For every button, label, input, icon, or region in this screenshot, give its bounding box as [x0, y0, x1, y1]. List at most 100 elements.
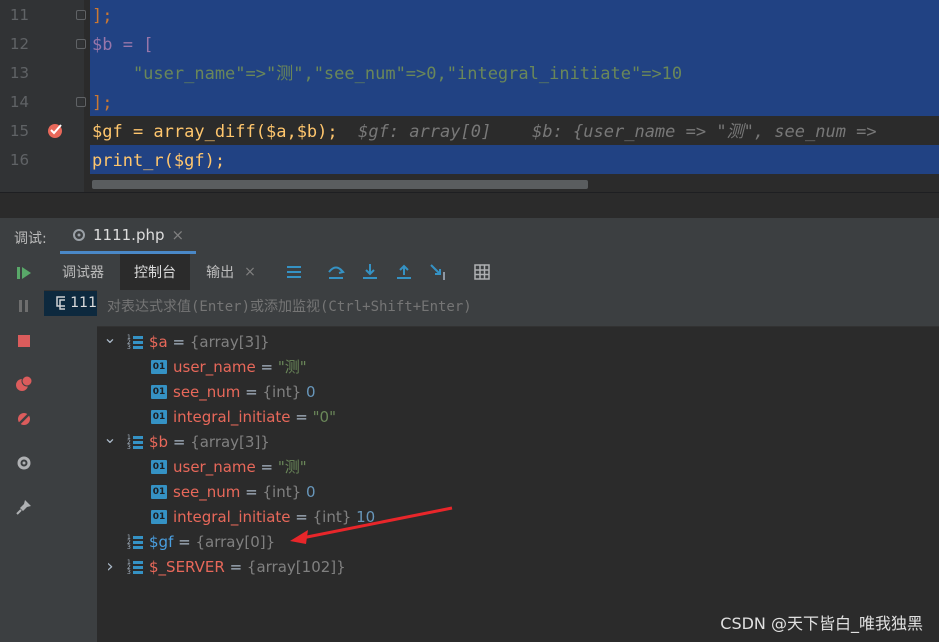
settings-gear-icon[interactable]: [14, 453, 34, 473]
line-number: 12: [10, 35, 30, 53]
equals-sign: =: [240, 482, 263, 501]
variable-name: integral_initiate: [173, 407, 291, 426]
variable-name: $a: [149, 332, 168, 351]
inline-value-hint: $gf: array[0] $b: {user_name => "测", see…: [358, 122, 877, 142]
variable-row[interactable]: 1 2 3 $gf = {array[0]}: [101, 529, 275, 554]
equals-sign: =: [224, 557, 247, 576]
code-area[interactable]: ]; $b = [ "user_name"=>"测","see_num"=>0,…: [84, 0, 939, 192]
step-out-icon[interactable]: [394, 262, 414, 282]
chevron-down-icon[interactable]: ⌄: [101, 428, 119, 447]
resume-icon[interactable]: [14, 263, 34, 283]
debug-tab-label: 1111.php: [93, 225, 165, 244]
frames-panel: 111: [44, 290, 98, 642]
equals-sign: =: [167, 332, 190, 351]
variable-type: {int}: [262, 482, 306, 501]
debug-tool-tabs: 调试器 控制台 输出 ×: [44, 254, 939, 291]
run-to-cursor-icon[interactable]: [428, 262, 448, 282]
variable-name: user_name: [173, 357, 256, 376]
chevron-right-icon[interactable]: ›: [101, 556, 119, 577]
variable-name: see_num: [173, 382, 241, 401]
equals-sign: =: [255, 357, 278, 376]
primitive-icon: 01: [151, 459, 167, 474]
pause-icon[interactable]: [14, 296, 34, 316]
step-into-icon[interactable]: [360, 262, 380, 282]
line-number: 16: [10, 151, 30, 169]
php-gear-icon: [73, 228, 85, 241]
variable-row[interactable]: 01 see_num = {int} 0: [151, 379, 315, 404]
code-line: $gf = array_diff($a,$b); $gf: array[0] $…: [92, 122, 877, 142]
tab-console[interactable]: 控制台: [120, 254, 190, 290]
equals-sign: =: [173, 532, 196, 551]
variable-value: 0: [305, 482, 316, 501]
primitive-icon: 01: [151, 384, 167, 399]
code-line: print_r($gf);: [92, 151, 226, 171]
evaluate-expression-bar: [97, 290, 939, 327]
variable-name: $_SERVER: [149, 557, 225, 576]
view-breakpoints-icon[interactable]: [14, 374, 34, 394]
frame-label: 111: [70, 295, 97, 311]
evaluate-expression-input[interactable]: [105, 298, 929, 316]
debug-left-toolbar: [0, 254, 45, 642]
chevron-down-icon[interactable]: ⌄: [101, 328, 119, 347]
variable-name: integral_initiate: [173, 507, 291, 526]
line-number: 15: [10, 122, 30, 140]
line-number: 14: [10, 93, 30, 111]
close-icon[interactable]: ×: [244, 264, 256, 280]
equals-sign: =: [240, 382, 263, 401]
tab-debugger[interactable]: 调试器: [48, 254, 118, 290]
variable-value: {array[3]}: [190, 432, 270, 451]
step-over-icon[interactable]: [326, 262, 346, 282]
evaluate-table-icon[interactable]: [472, 262, 492, 282]
tab-output[interactable]: 输出 ×: [196, 254, 266, 290]
variable-value: "测": [277, 458, 307, 476]
horizontal-scrollbar[interactable]: [92, 180, 588, 189]
debug-header: 调试: 1111.php ×: [0, 218, 939, 255]
variable-row[interactable]: ⌄ 1 2 3 $a = {array[3]}: [101, 328, 270, 354]
variable-name: $gf: [149, 532, 174, 551]
editor-gutter: 11 12 13 14 15 16: [0, 0, 86, 192]
pin-icon[interactable]: [14, 497, 34, 517]
variables-tree[interactable]: ⌄ 1 2 3 $a = {array[3]} 01 user_name = "测" 01 se…: [97, 327, 939, 642]
variable-type: {int}: [262, 382, 306, 401]
mute-breakpoints-icon[interactable]: [14, 409, 34, 429]
stop-icon[interactable]: [14, 331, 34, 351]
array-icon: 123: [127, 334, 143, 350]
variable-value: "测": [277, 358, 307, 376]
code-line: $b = [: [92, 35, 154, 55]
line-number: 11: [10, 6, 30, 24]
array-icon: 123: [127, 434, 143, 450]
variable-row[interactable]: 01 integral_initiate = "0": [151, 404, 336, 429]
menu-lines-icon[interactable]: [284, 262, 304, 282]
variable-value: {array[3]}: [189, 332, 270, 351]
variable-value: 0: [305, 382, 316, 401]
code-line: ];: [92, 6, 113, 26]
variable-name: see_num: [173, 482, 241, 501]
variable-value: "0": [312, 407, 336, 426]
variable-name: user_name: [173, 457, 256, 476]
variable-value: {array[0]}: [195, 532, 276, 551]
variable-row[interactable]: 01 user_name = "测": [151, 354, 307, 379]
variable-row[interactable]: ⌄ 1 2 3 $b = {array[3]}: [101, 428, 270, 454]
primitive-icon: 01: [151, 359, 167, 374]
primitive-icon: 01: [151, 409, 167, 424]
primitive-icon: 01: [151, 484, 167, 499]
debug-session-tab[interactable]: 1111.php ×: [60, 218, 197, 254]
variable-row[interactable]: › 1 2 3 $_SERVER = {array[102]}: [101, 554, 346, 579]
variable-value: {array[102]}: [246, 557, 346, 576]
code-editor[interactable]: 11 12 13 14 15 16 ]; $b = [ "user_name"=…: [0, 0, 939, 192]
array-icon: 123: [127, 534, 143, 550]
frame-icon: [56, 296, 66, 310]
equals-sign: =: [255, 457, 278, 476]
line-number: 13: [10, 64, 30, 82]
breakpoint-check-icon[interactable]: [46, 121, 66, 139]
code-line: ];: [92, 93, 113, 113]
variable-row[interactable]: 01 user_name = "测": [151, 454, 307, 479]
frame-item[interactable]: 111: [44, 290, 97, 316]
close-icon[interactable]: ×: [172, 226, 185, 244]
array-icon: 123: [127, 559, 143, 575]
primitive-icon: 01: [151, 509, 167, 524]
equals-sign: =: [290, 407, 313, 426]
annotation-arrow-icon: [290, 506, 453, 544]
debug-label: 调试:: [14, 231, 47, 247]
equals-sign: =: [168, 432, 191, 451]
